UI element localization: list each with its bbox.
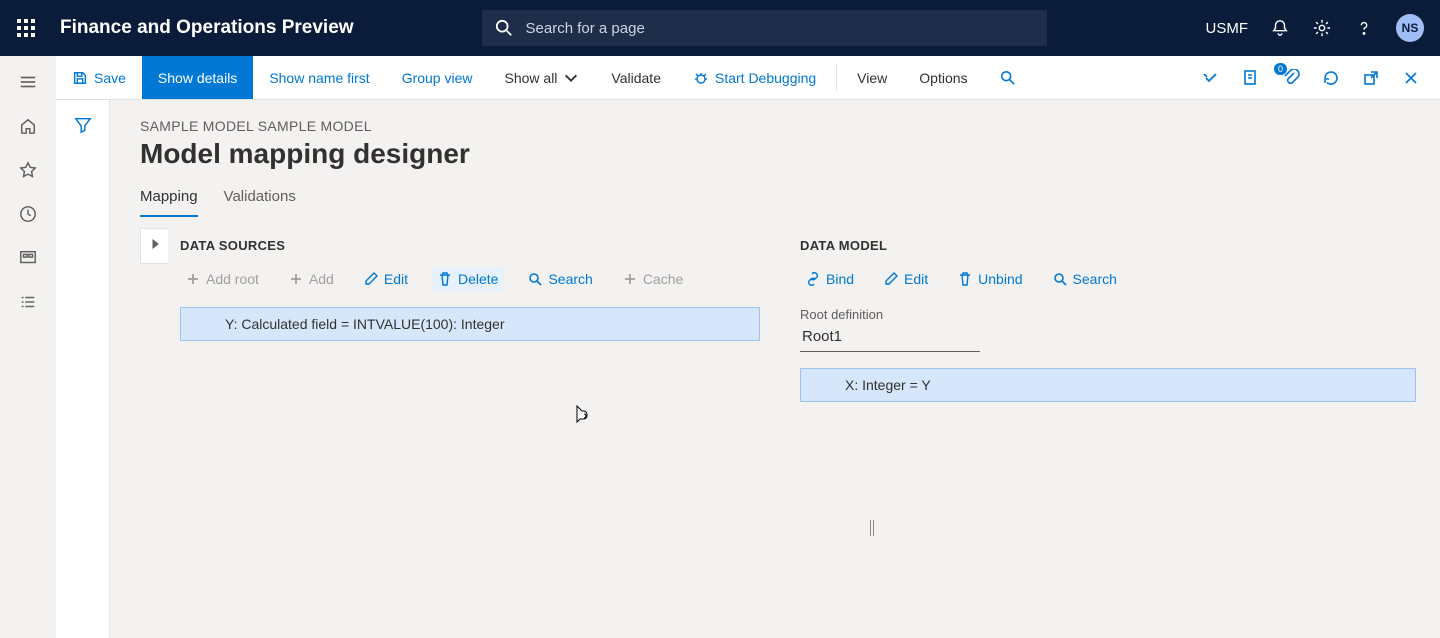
root-definition-value[interactable]: Root1 [800, 324, 980, 352]
refresh-icon[interactable] [1320, 67, 1342, 89]
start-debugging-label: Start Debugging [715, 70, 816, 86]
filter-rail [56, 100, 110, 638]
modules-icon[interactable] [16, 290, 40, 314]
group-view-button[interactable]: Group view [386, 56, 489, 99]
splitter-handle[interactable] [870, 520, 876, 536]
company-code[interactable]: USMF [1206, 20, 1249, 37]
unbind-button[interactable]: Unbind [952, 267, 1028, 291]
related-info-icon[interactable] [1200, 67, 1222, 89]
root-definition-label: Root definition [800, 307, 1416, 322]
cache-button[interactable]: Cache [617, 267, 689, 291]
unbind-label: Unbind [978, 271, 1022, 287]
data-model-title: DATA MODEL [800, 238, 1416, 253]
show-all-dropdown[interactable]: Show all [489, 56, 596, 99]
options-label: Options [919, 70, 967, 86]
help-icon[interactable] [1354, 18, 1374, 38]
gear-icon[interactable] [1312, 18, 1332, 38]
ds-search-button[interactable]: Search [522, 267, 598, 291]
save-button-label: Save [94, 70, 126, 86]
ds-edit-button[interactable]: Edit [358, 267, 414, 291]
plus-icon [186, 272, 200, 286]
show-details-label: Show details [158, 70, 237, 86]
start-debugging-button[interactable]: Start Debugging [677, 56, 832, 99]
ds-delete-label: Delete [458, 271, 498, 287]
search-icon [528, 272, 542, 286]
command-bar: Save Show details Show name first Group … [0, 56, 1440, 100]
add-label: Add [309, 271, 334, 287]
trash-icon [958, 272, 972, 286]
dm-search-button[interactable]: Search [1047, 267, 1123, 291]
global-search[interactable] [482, 10, 1047, 46]
show-name-first-button[interactable]: Show name first [253, 56, 385, 99]
dm-search-label: Search [1073, 271, 1117, 287]
search-icon [1053, 272, 1067, 286]
bug-icon [693, 70, 709, 86]
search-icon [1000, 70, 1016, 86]
breadcrumb: SAMPLE MODEL SAMPLE MODEL [140, 118, 1416, 134]
filter-icon[interactable] [74, 116, 92, 638]
star-icon[interactable] [16, 158, 40, 182]
data-sources-toolbar: Add root Add Edit Delete [180, 267, 760, 291]
nav-rail [0, 56, 56, 638]
ds-delete-button[interactable]: Delete [432, 267, 504, 291]
avatar[interactable]: NS [1396, 14, 1424, 42]
bind-button[interactable]: Bind [800, 267, 860, 291]
tab-validations[interactable]: Validations [224, 182, 296, 217]
clock-icon[interactable] [16, 202, 40, 226]
link-icon [806, 272, 820, 286]
validate-label: Validate [611, 70, 661, 86]
main-content: SAMPLE MODEL SAMPLE MODEL Model mapping … [110, 100, 1440, 638]
global-header: Finance and Operations Preview USMF NS [0, 0, 1440, 56]
open-in-new-icon[interactable] [1240, 67, 1262, 89]
view-menu[interactable]: View [841, 56, 903, 99]
trash-icon [438, 272, 452, 286]
plus-icon [289, 272, 303, 286]
save-button[interactable]: Save [56, 56, 142, 99]
search-icon [494, 18, 514, 38]
validate-button[interactable]: Validate [595, 56, 677, 99]
show-name-first-label: Show name first [269, 70, 369, 86]
pencil-icon [884, 272, 898, 286]
pane-data-sources: DATA SOURCES Add root Add Edit [140, 228, 760, 618]
options-menu[interactable]: Options [903, 56, 983, 99]
attachments-icon[interactable]: 0 [1280, 67, 1302, 89]
collapse-data-source-types[interactable] [140, 228, 168, 264]
attachments-badge: 0 [1274, 63, 1287, 75]
cache-label: Cache [643, 271, 683, 287]
pencil-icon [364, 272, 378, 286]
app-launcher-icon[interactable] [10, 12, 42, 44]
workspace-icon[interactable] [16, 246, 40, 270]
close-icon[interactable] [1400, 67, 1422, 89]
hamburger-icon[interactable] [16, 70, 40, 94]
data-sources-title: DATA SOURCES [180, 238, 760, 253]
data-source-row[interactable]: Y: Calculated field = INTVALUE(100): Int… [180, 307, 760, 341]
find-button[interactable] [984, 56, 1032, 99]
ds-search-label: Search [548, 271, 592, 287]
app-title: Finance and Operations Preview [60, 17, 354, 39]
pane-data-model: DATA MODEL Bind Edit Unbind Search [800, 228, 1416, 618]
data-model-toolbar: Bind Edit Unbind Search [800, 267, 1416, 291]
ds-edit-label: Edit [384, 271, 408, 287]
tab-mapping[interactable]: Mapping [140, 182, 198, 217]
data-model-row[interactable]: X: Integer = Y [800, 368, 1416, 402]
page-title: Model mapping designer [140, 138, 1416, 170]
popout-icon[interactable] [1360, 67, 1382, 89]
add-button[interactable]: Add [283, 267, 340, 291]
add-root-label: Add root [206, 271, 259, 287]
show-all-label: Show all [505, 70, 558, 86]
chevron-down-icon [563, 70, 579, 86]
add-root-button[interactable]: Add root [180, 267, 265, 291]
global-search-input[interactable] [524, 19, 1035, 38]
dm-edit-button[interactable]: Edit [878, 267, 934, 291]
bell-icon[interactable] [1270, 18, 1290, 38]
bind-label: Bind [826, 271, 854, 287]
plus-icon [623, 272, 637, 286]
show-details-button[interactable]: Show details [142, 56, 253, 99]
tabs: Mapping Validations [140, 182, 1416, 218]
dm-edit-label: Edit [904, 271, 928, 287]
view-label: View [857, 70, 887, 86]
home-icon[interactable] [16, 114, 40, 138]
group-view-label: Group view [402, 70, 473, 86]
